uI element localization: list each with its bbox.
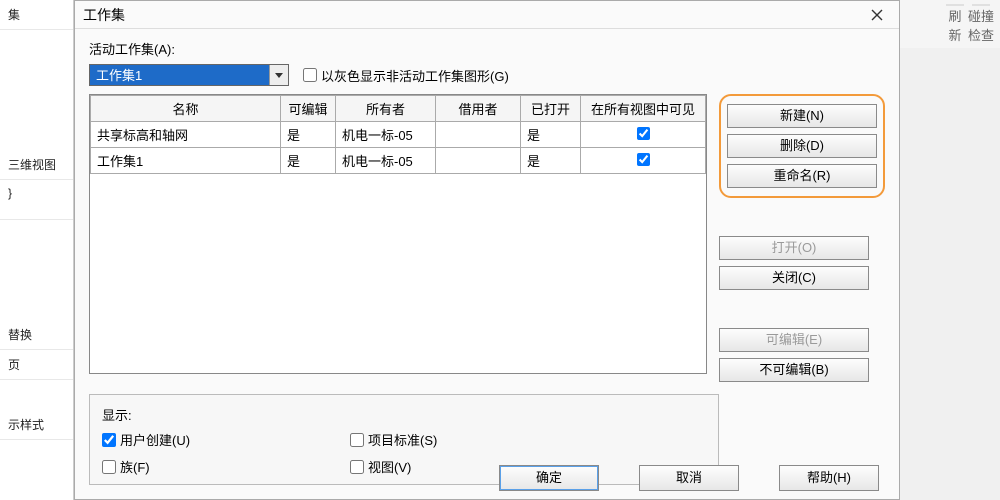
col-borrower[interactable]: 借用者 (436, 96, 521, 122)
active-workset-label: 活动工作集(A): (89, 39, 885, 58)
worksets-table: 名称 可编辑 所有者 借用者 已打开 在所有视图中可见 共享标高和轴网 是 机电 (89, 94, 707, 374)
bg-ribbon: 刷新 碰撞检查 (900, 0, 1000, 48)
col-name[interactable]: 名称 (91, 96, 281, 122)
cell-name: 共享标高和轴网 (91, 122, 281, 148)
bg-item: } (0, 180, 73, 220)
ribbon-item-refresh: 刷新 (946, 4, 964, 44)
worksets-dialog: 工作集 活动工作集(A): 工作集1 以灰色显示非活动工作集图形(G) (74, 0, 900, 500)
visible-checkbox[interactable] (637, 153, 650, 166)
table-header-row: 名称 可编辑 所有者 借用者 已打开 在所有视图中可见 (91, 96, 706, 122)
delete-button[interactable]: 删除(D) (727, 134, 877, 158)
side-button-panel: 新建(N) 删除(D) 重命名(R) 打开(O) 关闭(C) 可编辑(E) 不可… (719, 94, 885, 382)
cell-borrower (436, 122, 521, 148)
dialog-footer: 确定 取消 帮助(H) (499, 465, 879, 491)
cell-visible[interactable] (581, 122, 706, 148)
gray-nonactive-label: 以灰色显示非活动工作集图形(G) (321, 66, 509, 85)
gray-nonactive-input[interactable] (303, 68, 317, 82)
cell-owner: 机电一标-05 (336, 122, 436, 148)
noneditable-button[interactable]: 不可编辑(B) (719, 358, 869, 382)
callout-highlight: 新建(N) 删除(D) 重命名(R) (719, 94, 885, 198)
bg-item: 页 (0, 350, 73, 380)
table-row[interactable]: 共享标高和轴网 是 机电一标-05 是 (91, 122, 706, 148)
bg-item: 集 (0, 0, 73, 30)
col-visible[interactable]: 在所有视图中可见 (581, 96, 706, 122)
help-button[interactable]: 帮助(H) (779, 465, 879, 491)
cell-name: 工作集1 (91, 148, 281, 174)
editable-button[interactable]: 可编辑(E) (719, 328, 869, 352)
table-row[interactable]: 工作集1 是 机电一标-05 是 (91, 148, 706, 174)
cell-opened: 是 (521, 148, 581, 174)
cell-editable: 是 (281, 148, 336, 174)
bg-item: 示样式 (0, 410, 73, 440)
bg-item: 三维视图 (0, 150, 73, 180)
col-editable[interactable]: 可编辑 (281, 96, 336, 122)
cancel-button[interactable]: 取消 (639, 465, 739, 491)
chk-views[interactable]: 视图(V) (350, 457, 437, 476)
cell-visible[interactable] (581, 148, 706, 174)
open-button[interactable]: 打开(O) (719, 236, 869, 260)
dialog-title: 工作集 (83, 5, 125, 25)
chk-proj-std[interactable]: 项目标准(S) (350, 430, 437, 449)
gray-nonactive-checkbox[interactable]: 以灰色显示非活动工作集图形(G) (303, 66, 509, 85)
visible-checkbox[interactable] (637, 127, 650, 140)
rename-button[interactable]: 重命名(R) (727, 164, 877, 188)
cell-editable: 是 (281, 122, 336, 148)
titlebar: 工作集 (75, 1, 899, 29)
col-owner[interactable]: 所有者 (336, 96, 436, 122)
chk-user-created[interactable]: 用户创建(U) (102, 430, 190, 449)
close-icon (871, 9, 883, 21)
bg-sidebar: 集 三维视图 } 替换 页 示样式 (0, 0, 74, 500)
col-opened[interactable]: 已打开 (521, 96, 581, 122)
bg-item: 替换 (0, 320, 73, 350)
close-button[interactable] (863, 5, 891, 25)
ok-button[interactable]: 确定 (499, 465, 599, 491)
cell-borrower (436, 148, 521, 174)
chk-families[interactable]: 族(F) (102, 457, 190, 476)
cell-owner: 机电一标-05 (336, 148, 436, 174)
close-button-side[interactable]: 关闭(C) (719, 266, 869, 290)
cell-opened: 是 (521, 122, 581, 148)
ribbon-item-check: 碰撞检查 (968, 4, 994, 44)
new-button[interactable]: 新建(N) (727, 104, 877, 128)
active-workset-combo[interactable]: 工作集1 (89, 64, 289, 86)
display-title: 显示: (102, 405, 706, 424)
